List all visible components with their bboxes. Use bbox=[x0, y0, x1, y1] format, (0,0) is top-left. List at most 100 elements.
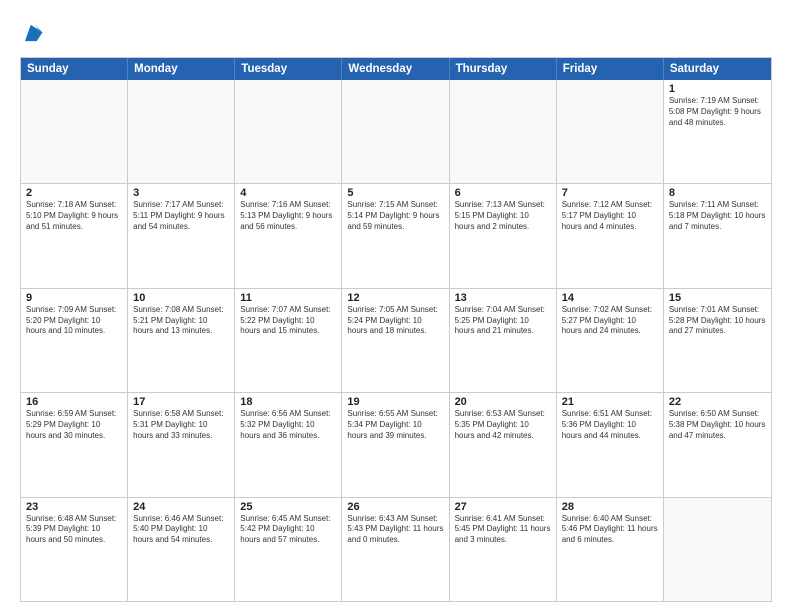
calendar-cell-r2-c3: 12Sunrise: 7:05 AM Sunset: 5:24 PM Dayli… bbox=[342, 289, 449, 392]
logo-icon bbox=[22, 22, 44, 44]
day-number: 17 bbox=[133, 396, 229, 408]
day-number: 4 bbox=[240, 187, 336, 199]
cell-info: Sunrise: 7:13 AM Sunset: 5:15 PM Dayligh… bbox=[455, 200, 551, 232]
day-number: 16 bbox=[26, 396, 122, 408]
calendar: SundayMondayTuesdayWednesdayThursdayFrid… bbox=[20, 57, 772, 602]
day-number: 3 bbox=[133, 187, 229, 199]
calendar-cell-r2-c0: 9Sunrise: 7:09 AM Sunset: 5:20 PM Daylig… bbox=[21, 289, 128, 392]
day-number: 10 bbox=[133, 292, 229, 304]
cell-info: Sunrise: 6:55 AM Sunset: 5:34 PM Dayligh… bbox=[347, 409, 443, 441]
day-number: 22 bbox=[669, 396, 766, 408]
day-number: 12 bbox=[347, 292, 443, 304]
calendar-cell-r3-c4: 20Sunrise: 6:53 AM Sunset: 5:35 PM Dayli… bbox=[450, 393, 557, 496]
cell-info: Sunrise: 7:05 AM Sunset: 5:24 PM Dayligh… bbox=[347, 305, 443, 337]
calendar-cell-r4-c2: 25Sunrise: 6:45 AM Sunset: 5:42 PM Dayli… bbox=[235, 498, 342, 601]
cell-info: Sunrise: 7:07 AM Sunset: 5:22 PM Dayligh… bbox=[240, 305, 336, 337]
calendar-cell-r0-c6: 1Sunrise: 7:19 AM Sunset: 5:08 PM Daylig… bbox=[664, 80, 771, 183]
day-number: 7 bbox=[562, 187, 658, 199]
calendar-cell-r2-c6: 15Sunrise: 7:01 AM Sunset: 5:28 PM Dayli… bbox=[664, 289, 771, 392]
calendar-cell-r3-c3: 19Sunrise: 6:55 AM Sunset: 5:34 PM Dayli… bbox=[342, 393, 449, 496]
calendar-cell-r3-c2: 18Sunrise: 6:56 AM Sunset: 5:32 PM Dayli… bbox=[235, 393, 342, 496]
calendar-cell-r3-c0: 16Sunrise: 6:59 AM Sunset: 5:29 PM Dayli… bbox=[21, 393, 128, 496]
header-day-saturday: Saturday bbox=[664, 58, 771, 80]
cell-info: Sunrise: 6:58 AM Sunset: 5:31 PM Dayligh… bbox=[133, 409, 229, 441]
calendar-row-0: 1Sunrise: 7:19 AM Sunset: 5:08 PM Daylig… bbox=[21, 80, 771, 183]
header-day-tuesday: Tuesday bbox=[235, 58, 342, 80]
day-number: 14 bbox=[562, 292, 658, 304]
calendar-cell-r1-c5: 7Sunrise: 7:12 AM Sunset: 5:17 PM Daylig… bbox=[557, 184, 664, 287]
day-number: 5 bbox=[347, 187, 443, 199]
cell-info: Sunrise: 6:43 AM Sunset: 5:43 PM Dayligh… bbox=[347, 514, 443, 546]
calendar-cell-r2-c5: 14Sunrise: 7:02 AM Sunset: 5:27 PM Dayli… bbox=[557, 289, 664, 392]
cell-info: Sunrise: 7:16 AM Sunset: 5:13 PM Dayligh… bbox=[240, 200, 336, 232]
cell-info: Sunrise: 7:19 AM Sunset: 5:08 PM Dayligh… bbox=[669, 96, 766, 128]
day-number: 6 bbox=[455, 187, 551, 199]
cell-info: Sunrise: 6:45 AM Sunset: 5:42 PM Dayligh… bbox=[240, 514, 336, 546]
cell-info: Sunrise: 7:09 AM Sunset: 5:20 PM Dayligh… bbox=[26, 305, 122, 337]
calendar-cell-r0-c3 bbox=[342, 80, 449, 183]
calendar-header: SundayMondayTuesdayWednesdayThursdayFrid… bbox=[21, 58, 771, 80]
logo bbox=[20, 22, 44, 49]
calendar-cell-r0-c5 bbox=[557, 80, 664, 183]
day-number: 25 bbox=[240, 501, 336, 513]
calendar-cell-r0-c0 bbox=[21, 80, 128, 183]
cell-info: Sunrise: 7:15 AM Sunset: 5:14 PM Dayligh… bbox=[347, 200, 443, 232]
calendar-cell-r3-c6: 22Sunrise: 6:50 AM Sunset: 5:38 PM Dayli… bbox=[664, 393, 771, 496]
day-number: 26 bbox=[347, 501, 443, 513]
cell-info: Sunrise: 6:59 AM Sunset: 5:29 PM Dayligh… bbox=[26, 409, 122, 441]
cell-info: Sunrise: 6:40 AM Sunset: 5:46 PM Dayligh… bbox=[562, 514, 658, 546]
cell-info: Sunrise: 6:56 AM Sunset: 5:32 PM Dayligh… bbox=[240, 409, 336, 441]
calendar-cell-r4-c0: 23Sunrise: 6:48 AM Sunset: 5:39 PM Dayli… bbox=[21, 498, 128, 601]
header-day-wednesday: Wednesday bbox=[342, 58, 449, 80]
cell-info: Sunrise: 7:04 AM Sunset: 5:25 PM Dayligh… bbox=[455, 305, 551, 337]
day-number: 9 bbox=[26, 292, 122, 304]
day-number: 23 bbox=[26, 501, 122, 513]
calendar-cell-r1-c6: 8Sunrise: 7:11 AM Sunset: 5:18 PM Daylig… bbox=[664, 184, 771, 287]
calendar-cell-r2-c1: 10Sunrise: 7:08 AM Sunset: 5:21 PM Dayli… bbox=[128, 289, 235, 392]
cell-info: Sunrise: 7:02 AM Sunset: 5:27 PM Dayligh… bbox=[562, 305, 658, 337]
day-number: 11 bbox=[240, 292, 336, 304]
day-number: 21 bbox=[562, 396, 658, 408]
calendar-row-3: 16Sunrise: 6:59 AM Sunset: 5:29 PM Dayli… bbox=[21, 392, 771, 496]
cell-info: Sunrise: 7:12 AM Sunset: 5:17 PM Dayligh… bbox=[562, 200, 658, 232]
calendar-cell-r1-c2: 4Sunrise: 7:16 AM Sunset: 5:13 PM Daylig… bbox=[235, 184, 342, 287]
calendar-cell-r2-c2: 11Sunrise: 7:07 AM Sunset: 5:22 PM Dayli… bbox=[235, 289, 342, 392]
cell-info: Sunrise: 6:41 AM Sunset: 5:45 PM Dayligh… bbox=[455, 514, 551, 546]
day-number: 13 bbox=[455, 292, 551, 304]
header-day-sunday: Sunday bbox=[21, 58, 128, 80]
calendar-cell-r3-c5: 21Sunrise: 6:51 AM Sunset: 5:36 PM Dayli… bbox=[557, 393, 664, 496]
cell-info: Sunrise: 7:01 AM Sunset: 5:28 PM Dayligh… bbox=[669, 305, 766, 337]
cell-info: Sunrise: 7:11 AM Sunset: 5:18 PM Dayligh… bbox=[669, 200, 766, 232]
day-number: 24 bbox=[133, 501, 229, 513]
day-number: 18 bbox=[240, 396, 336, 408]
calendar-cell-r1-c4: 6Sunrise: 7:13 AM Sunset: 5:15 PM Daylig… bbox=[450, 184, 557, 287]
cell-info: Sunrise: 7:18 AM Sunset: 5:10 PM Dayligh… bbox=[26, 200, 122, 232]
day-number: 8 bbox=[669, 187, 766, 199]
calendar-cell-r0-c2 bbox=[235, 80, 342, 183]
cell-info: Sunrise: 6:51 AM Sunset: 5:36 PM Dayligh… bbox=[562, 409, 658, 441]
calendar-cell-r1-c0: 2Sunrise: 7:18 AM Sunset: 5:10 PM Daylig… bbox=[21, 184, 128, 287]
cell-info: Sunrise: 7:17 AM Sunset: 5:11 PM Dayligh… bbox=[133, 200, 229, 232]
day-number: 27 bbox=[455, 501, 551, 513]
calendar-cell-r1-c1: 3Sunrise: 7:17 AM Sunset: 5:11 PM Daylig… bbox=[128, 184, 235, 287]
cell-info: Sunrise: 6:48 AM Sunset: 5:39 PM Dayligh… bbox=[26, 514, 122, 546]
calendar-cell-r4-c3: 26Sunrise: 6:43 AM Sunset: 5:43 PM Dayli… bbox=[342, 498, 449, 601]
header-day-friday: Friday bbox=[557, 58, 664, 80]
calendar-cell-r3-c1: 17Sunrise: 6:58 AM Sunset: 5:31 PM Dayli… bbox=[128, 393, 235, 496]
page: SundayMondayTuesdayWednesdayThursdayFrid… bbox=[0, 0, 792, 612]
header-day-monday: Monday bbox=[128, 58, 235, 80]
calendar-cell-r2-c4: 13Sunrise: 7:04 AM Sunset: 5:25 PM Dayli… bbox=[450, 289, 557, 392]
day-number: 2 bbox=[26, 187, 122, 199]
day-number: 28 bbox=[562, 501, 658, 513]
day-number: 1 bbox=[669, 83, 766, 95]
calendar-cell-r0-c4 bbox=[450, 80, 557, 183]
cell-info: Sunrise: 7:08 AM Sunset: 5:21 PM Dayligh… bbox=[133, 305, 229, 337]
calendar-row-2: 9Sunrise: 7:09 AM Sunset: 5:20 PM Daylig… bbox=[21, 288, 771, 392]
calendar-cell-r0-c1 bbox=[128, 80, 235, 183]
header bbox=[20, 18, 772, 49]
cell-info: Sunrise: 6:53 AM Sunset: 5:35 PM Dayligh… bbox=[455, 409, 551, 441]
calendar-row-4: 23Sunrise: 6:48 AM Sunset: 5:39 PM Dayli… bbox=[21, 497, 771, 601]
calendar-body: 1Sunrise: 7:19 AM Sunset: 5:08 PM Daylig… bbox=[21, 80, 771, 601]
calendar-cell-r1-c3: 5Sunrise: 7:15 AM Sunset: 5:14 PM Daylig… bbox=[342, 184, 449, 287]
calendar-cell-r4-c6 bbox=[664, 498, 771, 601]
